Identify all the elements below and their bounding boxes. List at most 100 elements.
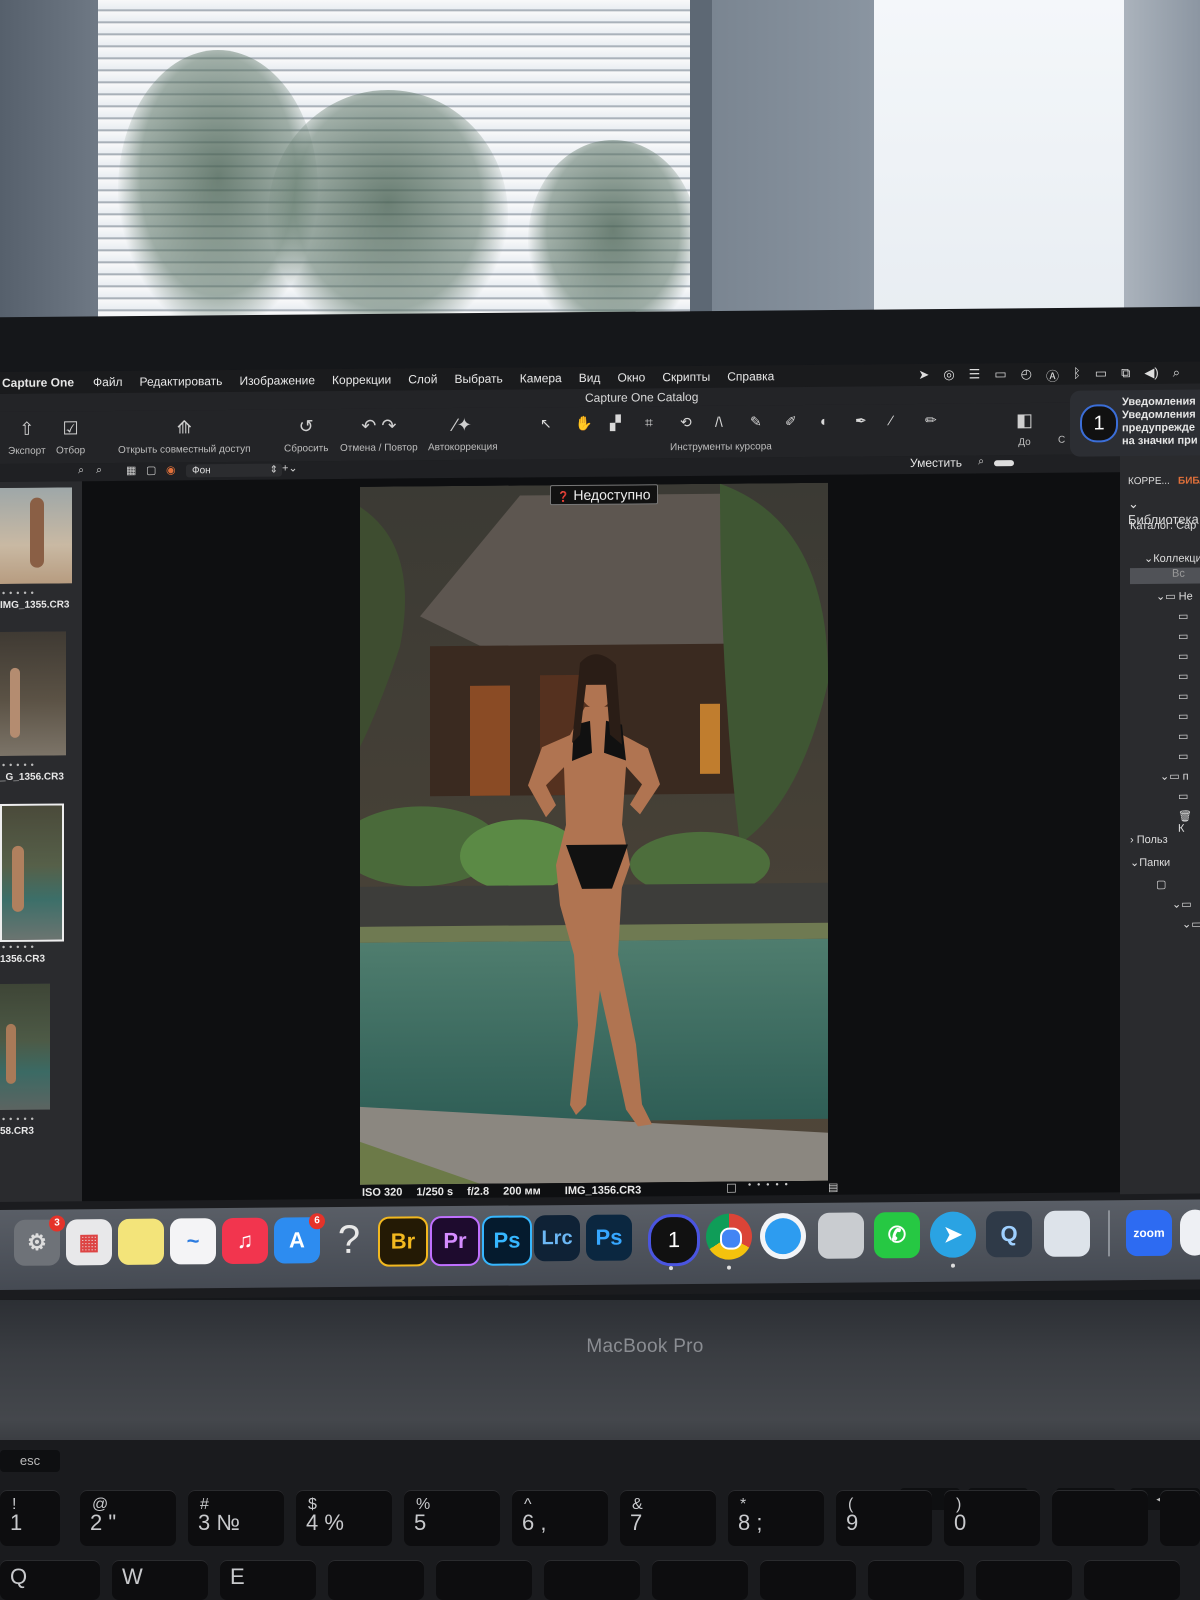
gradient-tool-icon[interactable]: ◐: [820, 413, 845, 430]
all-images-row[interactable]: Вс: [1130, 567, 1200, 585]
dock-bridge[interactable]: Br: [378, 1216, 428, 1267]
search-icon[interactable]: ⌕: [1173, 365, 1180, 384]
menu-window[interactable]: Окно: [617, 370, 645, 384]
background-select[interactable]: Фон ⇕: [186, 463, 282, 478]
eye-view-icon[interactable]: ◉: [166, 463, 176, 476]
time-machine-icon[interactable]: ◴: [1021, 366, 1032, 385]
menu-view[interactable]: Вид: [579, 371, 601, 385]
rating-dots[interactable]: •••••: [2, 1114, 38, 1124]
dock-launchpad[interactable]: ▦: [66, 1219, 112, 1266]
key-p[interactable]: [976, 1560, 1072, 1600]
eraser-tool-icon[interactable]: ✐: [785, 413, 810, 430]
crop-tool-icon[interactable]: ⌗: [645, 414, 670, 431]
key-1[interactable]: ! 1: [0, 1490, 60, 1546]
folder-icon[interactable]: ⌄▭: [1172, 898, 1192, 911]
input-source-icon[interactable]: Ⓐ: [1046, 366, 1059, 385]
tab-library[interactable]: БИБЛ: [1178, 475, 1200, 486]
add-icon[interactable]: +⌄: [282, 461, 298, 474]
key-3[interactable]: #3 №: [188, 1490, 284, 1546]
single-view-icon[interactable]: ▢: [146, 464, 156, 477]
dock-quicktime[interactable]: Q: [986, 1210, 1032, 1258]
dock-safari[interactable]: [760, 1212, 806, 1260]
dock-capture-one[interactable]: 1: [648, 1213, 700, 1267]
user-collections-header[interactable]: › Польз: [1130, 834, 1168, 846]
main-photo[interactable]: [360, 482, 828, 1185]
dock-telegram[interactable]: ➤: [930, 1211, 976, 1258]
zoom-icon[interactable]: ⌕: [96, 464, 102, 477]
rating-dots[interactable]: •••••: [748, 1179, 794, 1189]
dock-photoshop-2[interactable]: Ps: [586, 1214, 632, 1261]
rating-dots[interactable]: •••••: [2, 760, 38, 770]
export-button[interactable]: ⇧ Экспорт: [8, 418, 46, 457]
key-bracket[interactable]: [1084, 1560, 1180, 1600]
dock-preview[interactable]: [1044, 1210, 1090, 1257]
album-icon[interactable]: ▭: [1178, 690, 1188, 703]
volume-icon[interactable]: ◀): [1144, 365, 1158, 384]
folder-icon[interactable]: ⌄▭: [1182, 918, 1200, 931]
menu-app-name[interactable]: Capture One: [2, 375, 74, 390]
key-equals[interactable]: [1160, 1490, 1200, 1546]
menu-edit[interactable]: Редактировать: [140, 374, 223, 389]
key-o[interactable]: [868, 1560, 964, 1600]
album-icon[interactable]: ▭: [1178, 750, 1188, 763]
key-u[interactable]: [652, 1560, 748, 1600]
dock-whatsapp[interactable]: ✆: [874, 1211, 920, 1259]
dock-premiere[interactable]: Pr: [430, 1215, 480, 1267]
key-5[interactable]: % 5: [404, 1490, 500, 1546]
menu-adjustments[interactable]: Коррекции: [332, 373, 391, 388]
rating-dots[interactable]: •••••: [2, 942, 38, 952]
bluetooth-icon[interactable]: ᛒ: [1073, 366, 1081, 385]
album-icon[interactable]: ▭: [1178, 790, 1188, 803]
dock-music[interactable]: ♫: [222, 1217, 268, 1265]
key-4[interactable]: $4 %: [296, 1490, 392, 1546]
key-8[interactable]: * 8 ;: [728, 1490, 824, 1546]
thumbnail[interactable]: [0, 983, 50, 1110]
menu-scripts[interactable]: Скрипты: [662, 370, 710, 384]
key-q[interactable]: Q: [0, 1560, 100, 1600]
keystone-tool-icon[interactable]: /\: [715, 414, 740, 431]
key-7[interactable]: & 7: [620, 1490, 716, 1546]
display-icon[interactable]: ▭: [994, 366, 1006, 385]
auto-adjust-button[interactable]: ⁄✦ Автокоррекция: [428, 414, 498, 453]
album-icon[interactable]: ▭: [1178, 670, 1188, 683]
thumbnail[interactable]: [0, 631, 66, 756]
key-9[interactable]: (9: [836, 1490, 932, 1546]
dock-system-settings[interactable]: ⚙ 3: [14, 1215, 65, 1266]
thumbnail[interactable]: [0, 487, 72, 584]
dock-help[interactable]: ?: [326, 1217, 372, 1263]
menu-file[interactable]: Файл: [93, 375, 123, 389]
key-6[interactable]: ^ 6 ,: [512, 1490, 608, 1546]
dock-freeform[interactable]: ~: [170, 1218, 216, 1265]
bucket-tool-icon[interactable]: ▞: [610, 414, 635, 431]
creative-cloud-icon[interactable]: ◎: [943, 367, 954, 386]
notification-popup[interactable]: 1 Уведомления Уведомления предупрежде на…: [1070, 389, 1200, 457]
key-minus[interactable]: [1052, 1490, 1148, 1546]
key-t[interactable]: [436, 1560, 532, 1600]
screens-icon[interactable]: ⧉: [1121, 365, 1130, 384]
before-after-button[interactable]: ◧ До: [1016, 409, 1033, 448]
key-i[interactable]: [760, 1560, 856, 1600]
dock-chrome[interactable]: [706, 1213, 752, 1260]
trash-row[interactable]: 🗑 К: [1178, 810, 1200, 835]
grid-view-icon[interactable]: ▦: [126, 464, 136, 477]
rating-dots[interactable]: •••••: [2, 588, 38, 598]
thumbnail-selected[interactable]: [0, 803, 64, 942]
zoom-slider[interactable]: [994, 460, 1014, 467]
dock-zoom[interactable]: zoom: [1126, 1209, 1172, 1257]
share-button[interactable]: ⟰ Открыть совместный доступ: [118, 416, 251, 456]
album-icon[interactable]: ▭: [1178, 710, 1188, 723]
menu-help[interactable]: Справка: [727, 369, 774, 383]
menu-image[interactable]: Изображение: [239, 373, 315, 388]
tab-adjustments[interactable]: КОРРЕ...: [1128, 476, 1170, 487]
album-icon[interactable]: ▭: [1178, 730, 1188, 743]
rotate-tool-icon[interactable]: ⟲: [680, 414, 705, 431]
location-icon[interactable]: ➤: [918, 367, 929, 386]
dock-notes[interactable]: [118, 1218, 164, 1265]
select-button[interactable]: ☑ Отбор: [56, 417, 85, 456]
menu-select[interactable]: Выбрать: [454, 372, 502, 386]
pointer-tool-icon[interactable]: ↖: [540, 415, 565, 432]
reset-button[interactable]: ↺ Сбросить: [284, 415, 328, 454]
stack-icon[interactable]: ☰: [969, 366, 981, 385]
group-p[interactable]: ⌄▭ п: [1160, 770, 1189, 783]
collections-header[interactable]: ⌄Коллекци: [1144, 552, 1200, 566]
